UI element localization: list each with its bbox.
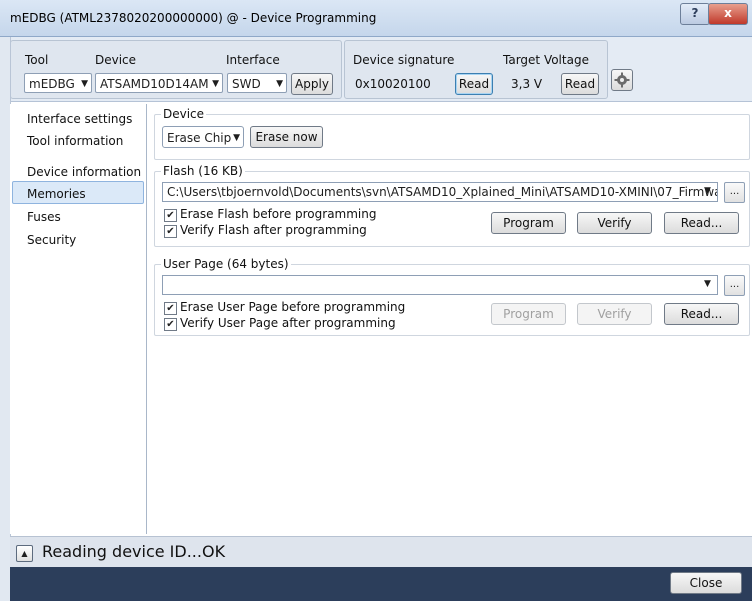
userpage-verify-button[interactable]: Verify [577,303,652,325]
chevron-down-icon: ▼ [233,133,240,143]
chevron-down-icon[interactable]: ▼ [704,186,711,196]
sidebar-item-tool-information[interactable]: Tool information [27,134,123,148]
status-bar: ▲ Reading device ID...OK [10,536,752,567]
chevron-down-icon[interactable]: ▼ [704,279,711,289]
sidebar-item-device-information[interactable]: Device information [27,165,141,179]
userpage-browse-button[interactable]: ... [724,275,745,296]
erase-flash-checkbox[interactable]: ✔ [164,209,177,222]
memories-content: Device Erase Chip ▼ Erase now Flash (16 … [148,104,752,534]
chevron-down-icon: ▼ [212,79,219,89]
userpage-read-button[interactable]: Read... [664,303,739,325]
voltage-label: Target Voltage [503,53,589,67]
status-text: Reading device ID...OK [42,542,226,561]
sidebar-item-interface-settings[interactable]: Interface settings [27,112,132,126]
verify-userpage-checkbox[interactable]: ✔ [164,318,177,331]
erase-flash-label: Erase Flash before programming [180,207,377,221]
flash-file-path: C:\Users\tbjoernvold\Documents\svn\ATSAM… [167,185,718,199]
voltage-read-button[interactable]: Read [561,73,599,95]
signature-voltage-group: Device signature Target Voltage 0x100201… [344,40,608,99]
flash-verify-button[interactable]: Verify [577,212,652,234]
voltage-value: 3,3 V [511,77,543,91]
signature-read-button[interactable]: Read [455,73,493,95]
erase-userpage-checkbox[interactable]: ✔ [164,302,177,315]
flash-browse-button[interactable]: ... [724,182,745,203]
sidebar-item-memories[interactable]: Memories [27,187,86,201]
erase-now-button[interactable]: Erase now [250,126,323,148]
chevron-down-icon: ▼ [81,79,88,89]
expand-log-button[interactable]: ▲ [16,545,33,562]
apply-button[interactable]: Apply [291,73,333,95]
userpage-program-button[interactable]: Program [491,303,566,325]
signature-value: 0x10020100 [355,77,431,91]
window-close-button[interactable]: x [708,3,748,25]
sidebar-item-fuses[interactable]: Fuses [27,210,61,224]
tool-select-value: mEDBG [29,77,75,91]
verify-userpage-label: Verify User Page after programming [180,316,396,330]
erase-mode-value: Erase Chip [167,131,232,145]
window-title: mEDBG (ATML2378020200000000) @ - Device … [10,11,377,25]
sidebar: Interface settings Tool information Devi… [10,104,147,534]
close-button[interactable]: Close [670,572,742,594]
settings-button[interactable] [611,69,633,91]
title-bar: mEDBG (ATML2378020200000000) @ - Device … [0,0,752,37]
interface-select-value: SWD [232,77,261,91]
userpage-panel-title: User Page (64 bytes) [161,257,291,271]
sidebar-item-security[interactable]: Security [27,233,76,247]
flash-read-button[interactable]: Read... [664,212,739,234]
signature-label: Device signature [353,53,455,67]
tool-label: Tool [25,53,49,67]
erase-mode-select[interactable]: Erase Chip ▼ [162,126,244,148]
toolbar: Tool Device Interface mEDBG ▼ ATSAMD10D1… [0,37,752,102]
interface-label: Interface [226,53,280,67]
device-panel-title: Device [161,107,207,121]
chevron-up-icon: ▲ [21,549,28,558]
userpage-panel: User Page (64 bytes) ▼ ... ✔ Erase User … [154,257,750,336]
device-select-value: ATSAMD10D14AM [100,77,209,91]
tool-device-group: Tool Device Interface mEDBG ▼ ATSAMD10D1… [10,40,342,99]
userpage-file-input[interactable] [162,275,718,295]
verify-flash-checkbox[interactable]: ✔ [164,225,177,238]
device-panel: Device Erase Chip ▼ Erase now [154,107,750,160]
erase-userpage-label: Erase User Page before programming [180,300,406,314]
verify-flash-label: Verify Flash after programming [180,223,367,237]
chevron-down-icon: ▼ [276,79,283,89]
flash-file-input[interactable]: C:\Users\tbjoernvold\Documents\svn\ATSAM… [162,182,718,202]
device-select[interactable]: ATSAMD10D14AM ▼ [95,73,223,93]
gear-icon [614,72,630,88]
footer-bar: Close [10,567,752,601]
tool-select[interactable]: mEDBG ▼ [24,73,92,93]
flash-panel-title: Flash (16 KB) [161,164,245,178]
interface-select[interactable]: SWD ▼ [227,73,287,93]
flash-program-button[interactable]: Program [491,212,566,234]
help-button[interactable]: ? [680,3,710,25]
flash-panel: Flash (16 KB) C:\Users\tbjoernvold\Docum… [154,164,750,247]
device-label: Device [95,53,137,67]
